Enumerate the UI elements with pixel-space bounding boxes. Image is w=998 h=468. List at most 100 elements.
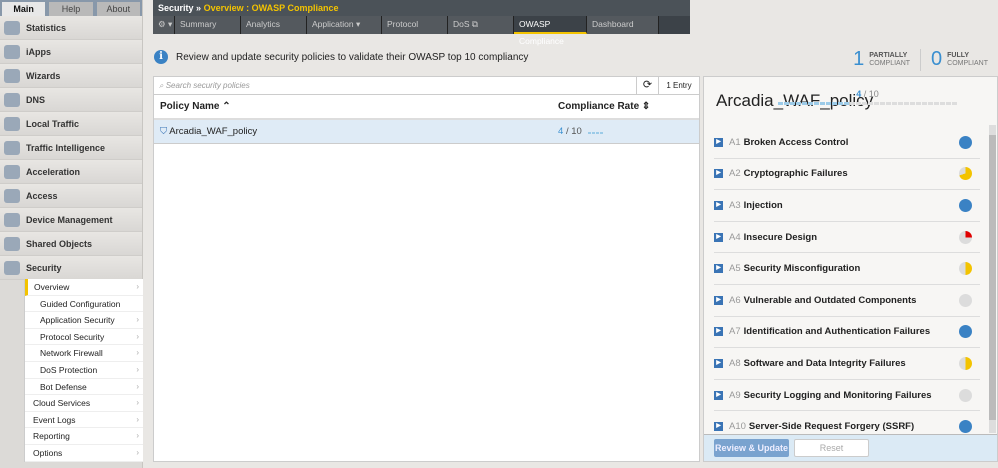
sidebar-item-shared-objects[interactable]: Shared Objects <box>0 232 142 256</box>
submenu-item[interactable]: Options › <box>25 445 143 462</box>
policy-detail-panel: Arcadia_WAF_policy 4 / 10 ▶ A1 Broken Acce… <box>703 76 998 462</box>
chevron-right-icon: › <box>136 348 139 358</box>
owasp-item[interactable]: ▶ A8 Software and Data Integrity Failures <box>714 348 980 380</box>
expand-icon[interactable]: ▶ <box>714 200 723 210</box>
reset-button[interactable]: Reset <box>794 439 869 457</box>
score-bar-segment <box>862 102 867 105</box>
submenu-item[interactable]: Protocol Security › <box>25 329 143 346</box>
score-bar-segment <box>952 102 957 105</box>
sidebar-item-label: Local Traffic <box>26 118 80 129</box>
score-bar-segment <box>928 102 933 105</box>
score-bar-segment <box>844 102 849 105</box>
breadcrumb-root[interactable]: Security <box>158 3 194 13</box>
score-bar-segment <box>898 102 903 105</box>
column-compliance-rate[interactable]: Compliance Rate ⇕ <box>558 101 650 112</box>
sidebar-item-label: Acceleration <box>26 166 81 177</box>
refresh-button[interactable]: ⟳ <box>636 77 658 94</box>
score-bar-segment <box>916 102 921 105</box>
submenu-item[interactable]: Network Firewall › <box>25 345 143 362</box>
expand-icon[interactable]: ▶ <box>714 358 723 368</box>
column-policy-name[interactable]: Policy Name ⌃ <box>160 101 558 112</box>
tab-item[interactable]: Summary <box>175 16 241 34</box>
compliance-pie-icon <box>959 325 972 339</box>
owasp-item[interactable]: ▶ A9 Security Logging and Monitoring Failu… <box>714 380 980 412</box>
owasp-item[interactable]: ▶ A4 Insecure Design <box>714 222 980 254</box>
review-update-button[interactable]: Review & Update <box>714 439 789 457</box>
tab-item[interactable]: Application ▾ <box>307 16 382 34</box>
owasp-list: ▶ A1 Broken Access Control ▶ A2 Cryptographic… <box>714 127 980 443</box>
sidebar-item-statistics[interactable]: Statistics <box>0 16 142 40</box>
submenu-item[interactable]: Reporting › <box>25 428 143 445</box>
tab-item[interactable]: DoS ⧉ <box>448 16 514 34</box>
owasp-item[interactable]: ▶ A3 Injection <box>714 190 980 222</box>
chevron-right-icon: › <box>136 381 139 391</box>
submenu-item[interactable]: Event Logs › <box>25 412 143 429</box>
submenu-item[interactable]: Cloud Services › <box>25 395 143 412</box>
submenu-item[interactable]: Application Security › <box>25 312 143 329</box>
refresh-icon: ⟳ <box>642 79 653 91</box>
submenu-item[interactable]: Overview › <box>25 279 143 296</box>
security-icon <box>4 260 20 275</box>
stat-count: 1 <box>853 48 865 70</box>
iapps-icon <box>4 44 20 59</box>
expand-icon[interactable]: ▶ <box>714 232 723 242</box>
expand-icon[interactable]: ▶ <box>714 137 723 147</box>
table-row[interactable]: ⛉ Arcadia_WAF_policy 4 / 10 <box>154 120 699 144</box>
expand-icon[interactable]: ▶ <box>714 169 723 179</box>
owasp-code: A9 <box>729 389 741 401</box>
sidebar-item-wizards[interactable]: Wizards <box>0 64 142 88</box>
owasp-item[interactable]: ▶ A1 Broken Access Control <box>714 127 980 159</box>
sidebar-item-label: Wizards <box>26 70 61 81</box>
sidebar-item-security[interactable]: Security <box>0 256 142 280</box>
owasp-name: Identification and Authentication Failur… <box>743 326 931 338</box>
owasp-name: Security Logging and Monitoring Failures <box>743 389 932 401</box>
tab-help[interactable]: Help <box>49 2 93 16</box>
tab-item[interactable]: Analytics <box>241 16 307 34</box>
sidebar-item-traffic-intelligence[interactable]: Traffic Intelligence <box>0 136 142 160</box>
owasp-item[interactable]: ▶ A5 Security Misconfiguration <box>714 253 980 285</box>
expand-icon[interactable]: ▶ <box>714 327 723 337</box>
policy-name[interactable]: Arcadia_WAF_policy <box>169 126 257 137</box>
submenu-label: Protocol Security <box>40 331 105 342</box>
sidebar-item-acceleration[interactable]: Acceleration <box>0 160 142 184</box>
sidebar-item-device-management[interactable]: Device Management <box>0 208 142 232</box>
sidebar-item-access[interactable]: Access <box>0 184 142 208</box>
score-bar-segment <box>832 102 837 105</box>
tab-item[interactable]: Dashboard <box>587 16 659 34</box>
search-input[interactable]: ⌕ Search security policies <box>154 77 636 94</box>
tab-item[interactable]: OWASP Compliance <box>514 16 587 46</box>
compliance-pie-icon <box>959 230 972 244</box>
owasp-name: Security Misconfiguration <box>743 263 861 275</box>
owasp-name: Injection <box>743 199 783 211</box>
compliance-pie-icon <box>959 262 972 276</box>
fully-compliant-stat: 0 FULLY COMPLIANT <box>931 48 988 71</box>
tab-item[interactable]: ⚙ ▾ <box>153 16 175 34</box>
scrollbar[interactable] <box>989 125 996 433</box>
owasp-item[interactable]: ▶ A6 Vulnerable and Outdated Components <box>714 285 980 317</box>
submenu-label: Network Firewall <box>40 348 103 359</box>
submenu-item[interactable]: Bot Defense › <box>25 379 143 396</box>
owasp-item[interactable]: ▶ A7 Identification and Authentication Fai… <box>714 317 980 349</box>
owasp-code: A4 <box>729 231 741 243</box>
chevron-right-icon: › <box>136 447 139 457</box>
tab-main[interactable]: Main <box>2 2 46 16</box>
expand-icon[interactable]: ▶ <box>714 264 723 274</box>
scrollbar-thumb[interactable] <box>989 135 996 420</box>
acceleration-icon <box>4 164 20 179</box>
chevron-right-icon: › <box>136 315 139 325</box>
sidebar-item-dns[interactable]: DNS <box>0 88 142 112</box>
expand-icon[interactable]: ▶ <box>714 422 723 432</box>
expand-icon[interactable]: ▶ <box>714 390 723 400</box>
submenu-item[interactable]: Guided Configuration <box>25 296 143 313</box>
tab-about[interactable]: About <box>96 2 140 16</box>
tab-item[interactable]: Protocol <box>382 16 448 34</box>
chevron-right-icon: › <box>136 282 139 291</box>
compliance-pie-icon <box>959 167 972 181</box>
expand-icon[interactable]: ▶ <box>714 295 723 305</box>
owasp-item[interactable]: ▶ A2 Cryptographic Failures <box>714 159 980 191</box>
sidebar-item-local-traffic[interactable]: Local Traffic <box>0 112 142 136</box>
sidebar-item-iapps[interactable]: iApps <box>0 40 142 64</box>
compliance-pie-icon <box>959 388 972 402</box>
submenu-item[interactable]: DoS Protection › <box>25 362 143 379</box>
submenu-label: Application Security <box>40 315 115 326</box>
